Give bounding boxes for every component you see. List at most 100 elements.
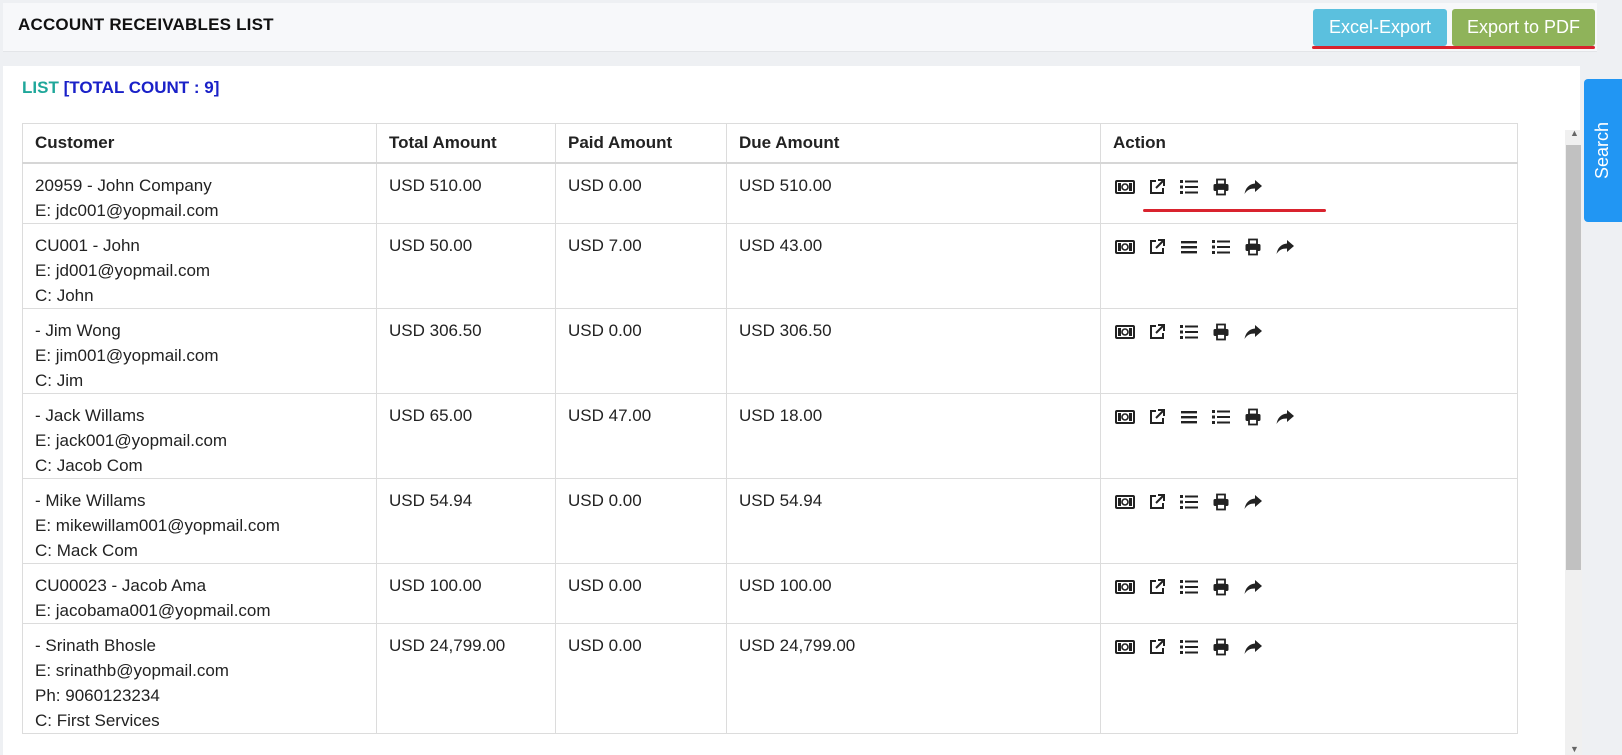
cash-icon[interactable] (1113, 177, 1137, 197)
cell-total-amount: USD 50.00 (376, 223, 556, 309)
column-header-paid-amount[interactable]: Paid Amount (555, 123, 727, 164)
external-link-icon[interactable] (1145, 177, 1169, 197)
share-icon[interactable] (1273, 237, 1297, 257)
cell-paid-amount: USD 7.00 (555, 223, 727, 309)
column-header-due-amount[interactable]: Due Amount (726, 123, 1101, 164)
cash-icon[interactable] (1113, 322, 1137, 342)
print-icon[interactable] (1241, 237, 1265, 257)
customer-line: - Jack Willams (35, 406, 145, 425)
page-title: ACCOUNT RECEIVABLES LIST (18, 15, 274, 34)
action-icons (1113, 237, 1505, 257)
export-pdf-button[interactable]: Export to PDF (1452, 9, 1595, 46)
customer-line: - Jim Wong (35, 321, 121, 340)
cell-actions (1100, 563, 1518, 624)
print-icon[interactable] (1209, 492, 1233, 512)
external-link-icon[interactable] (1145, 237, 1169, 257)
cash-icon[interactable] (1113, 577, 1137, 597)
share-icon[interactable] (1241, 577, 1265, 597)
menu-icon[interactable] (1177, 237, 1201, 257)
cell-actions (1100, 623, 1518, 734)
cash-icon[interactable] (1113, 407, 1137, 427)
table-row: CU00023 - Jacob Ama E: jacobama001@yopmai… (22, 563, 1518, 624)
customer-line: E: srinathb@yopmail.com (35, 661, 229, 680)
customer-line: E: jd001@yopmail.com (35, 261, 211, 280)
annotation-underline-actions (1143, 209, 1326, 212)
cell-paid-amount: USD 47.00 (555, 393, 727, 479)
print-icon[interactable] (1241, 407, 1265, 427)
share-icon[interactable] (1241, 492, 1265, 512)
customer-line: C: Jacob Com (35, 456, 143, 475)
external-link-icon[interactable] (1145, 577, 1169, 597)
cell-paid-amount: USD 0.00 (555, 563, 727, 624)
cell-due-amount: USD 100.00 (726, 563, 1101, 624)
share-icon[interactable] (1273, 407, 1297, 427)
action-icons (1113, 407, 1505, 427)
print-icon[interactable] (1209, 322, 1233, 342)
customer-line: - Mike Willams (35, 491, 146, 510)
search-side-tab[interactable]: Search (1584, 79, 1622, 222)
cell-paid-amount: USD 0.00 (555, 478, 727, 564)
cell-due-amount: USD 306.50 (726, 308, 1101, 394)
cash-icon[interactable] (1113, 237, 1137, 257)
column-header-action: Action (1100, 123, 1518, 164)
external-link-icon[interactable] (1145, 637, 1169, 657)
print-icon[interactable] (1209, 637, 1233, 657)
excel-export-button[interactable]: Excel-Export (1313, 9, 1447, 46)
search-tab-label: Search (1592, 121, 1613, 180)
list-icon[interactable] (1209, 407, 1233, 427)
table-row: - Mike Willams E: mikewillam001@yopmail.c… (22, 478, 1518, 564)
scroll-down-arrow[interactable]: ▼ (1570, 744, 1579, 754)
list-icon[interactable] (1177, 577, 1201, 597)
action-icons (1113, 577, 1505, 597)
cell-customer: - Jack Willams E: jack001@yopmail.com C: J… (22, 393, 377, 479)
table-header-row: Customer Total Amount Paid Amount Due Am… (22, 123, 1518, 164)
list-icon[interactable] (1177, 492, 1201, 512)
cell-paid-amount: USD 0.00 (555, 623, 727, 734)
customer-line: E: jacobama001@yopmail.com (35, 601, 271, 620)
customer-line: C: First Services (35, 711, 160, 730)
customer-line: CU00023 - Jacob Ama (35, 576, 207, 595)
customer-line: Ph: 9060123234 (35, 686, 160, 705)
cell-customer: - Jim Wong E: jim001@yopmail.com C: Jim (22, 308, 377, 394)
cell-total-amount: USD 306.50 (376, 308, 556, 394)
column-header-customer[interactable]: Customer (22, 123, 377, 164)
list-icon[interactable] (1177, 322, 1201, 342)
action-icons (1113, 177, 1505, 197)
cell-due-amount: USD 18.00 (726, 393, 1101, 479)
cell-customer: CU00023 - Jacob Ama E: jacobama001@yopmai… (22, 563, 377, 624)
customer-line: E: mikewillam001@yopmail.com (35, 516, 280, 535)
menu-icon[interactable] (1177, 407, 1201, 427)
share-icon[interactable] (1241, 637, 1265, 657)
receivables-table: Customer Total Amount Paid Amount Due Am… (22, 123, 1518, 734)
list-icon[interactable] (1177, 637, 1201, 657)
table-row: - Jim Wong E: jim001@yopmail.com C: Jim USD… (22, 308, 1518, 394)
external-link-icon[interactable] (1145, 407, 1169, 427)
cell-due-amount: USD 24,799.00 (726, 623, 1101, 734)
table-row: CU001 - John E: jd001@yopmail.com C: John U… (22, 223, 1518, 309)
cell-customer: 20959 - John Company E: jdc001@yopmail.co… (22, 162, 377, 224)
total-count: [TOTAL COUNT : 9] (63, 78, 220, 97)
table-row: - Srinath Bhosle E: srinathb@yopmail.com P… (22, 623, 1518, 734)
external-link-icon[interactable] (1145, 492, 1169, 512)
scrollbar-thumb[interactable] (1566, 145, 1581, 570)
list-icon[interactable] (1177, 177, 1201, 197)
customer-line: E: jack001@yopmail.com (35, 431, 228, 450)
scroll-up-arrow[interactable]: ▲ (1570, 128, 1579, 138)
share-icon[interactable] (1241, 322, 1265, 342)
list-icon[interactable] (1209, 237, 1233, 257)
cell-total-amount: USD 54.94 (376, 478, 556, 564)
cash-icon[interactable] (1113, 637, 1137, 657)
cell-actions (1100, 308, 1518, 394)
customer-line: 20959 - John Company (35, 176, 212, 195)
share-icon[interactable] (1241, 177, 1265, 197)
cell-paid-amount: USD 0.00 (555, 162, 727, 224)
print-icon[interactable] (1209, 177, 1233, 197)
cell-actions (1100, 223, 1518, 309)
cell-paid-amount: USD 0.00 (555, 308, 727, 394)
column-header-total-amount[interactable]: Total Amount (376, 123, 556, 164)
external-link-icon[interactable] (1145, 322, 1169, 342)
cash-icon[interactable] (1113, 492, 1137, 512)
table-row: - Jack Willams E: jack001@yopmail.com C: J… (22, 393, 1518, 479)
print-icon[interactable] (1209, 577, 1233, 597)
cell-total-amount: USD 65.00 (376, 393, 556, 479)
